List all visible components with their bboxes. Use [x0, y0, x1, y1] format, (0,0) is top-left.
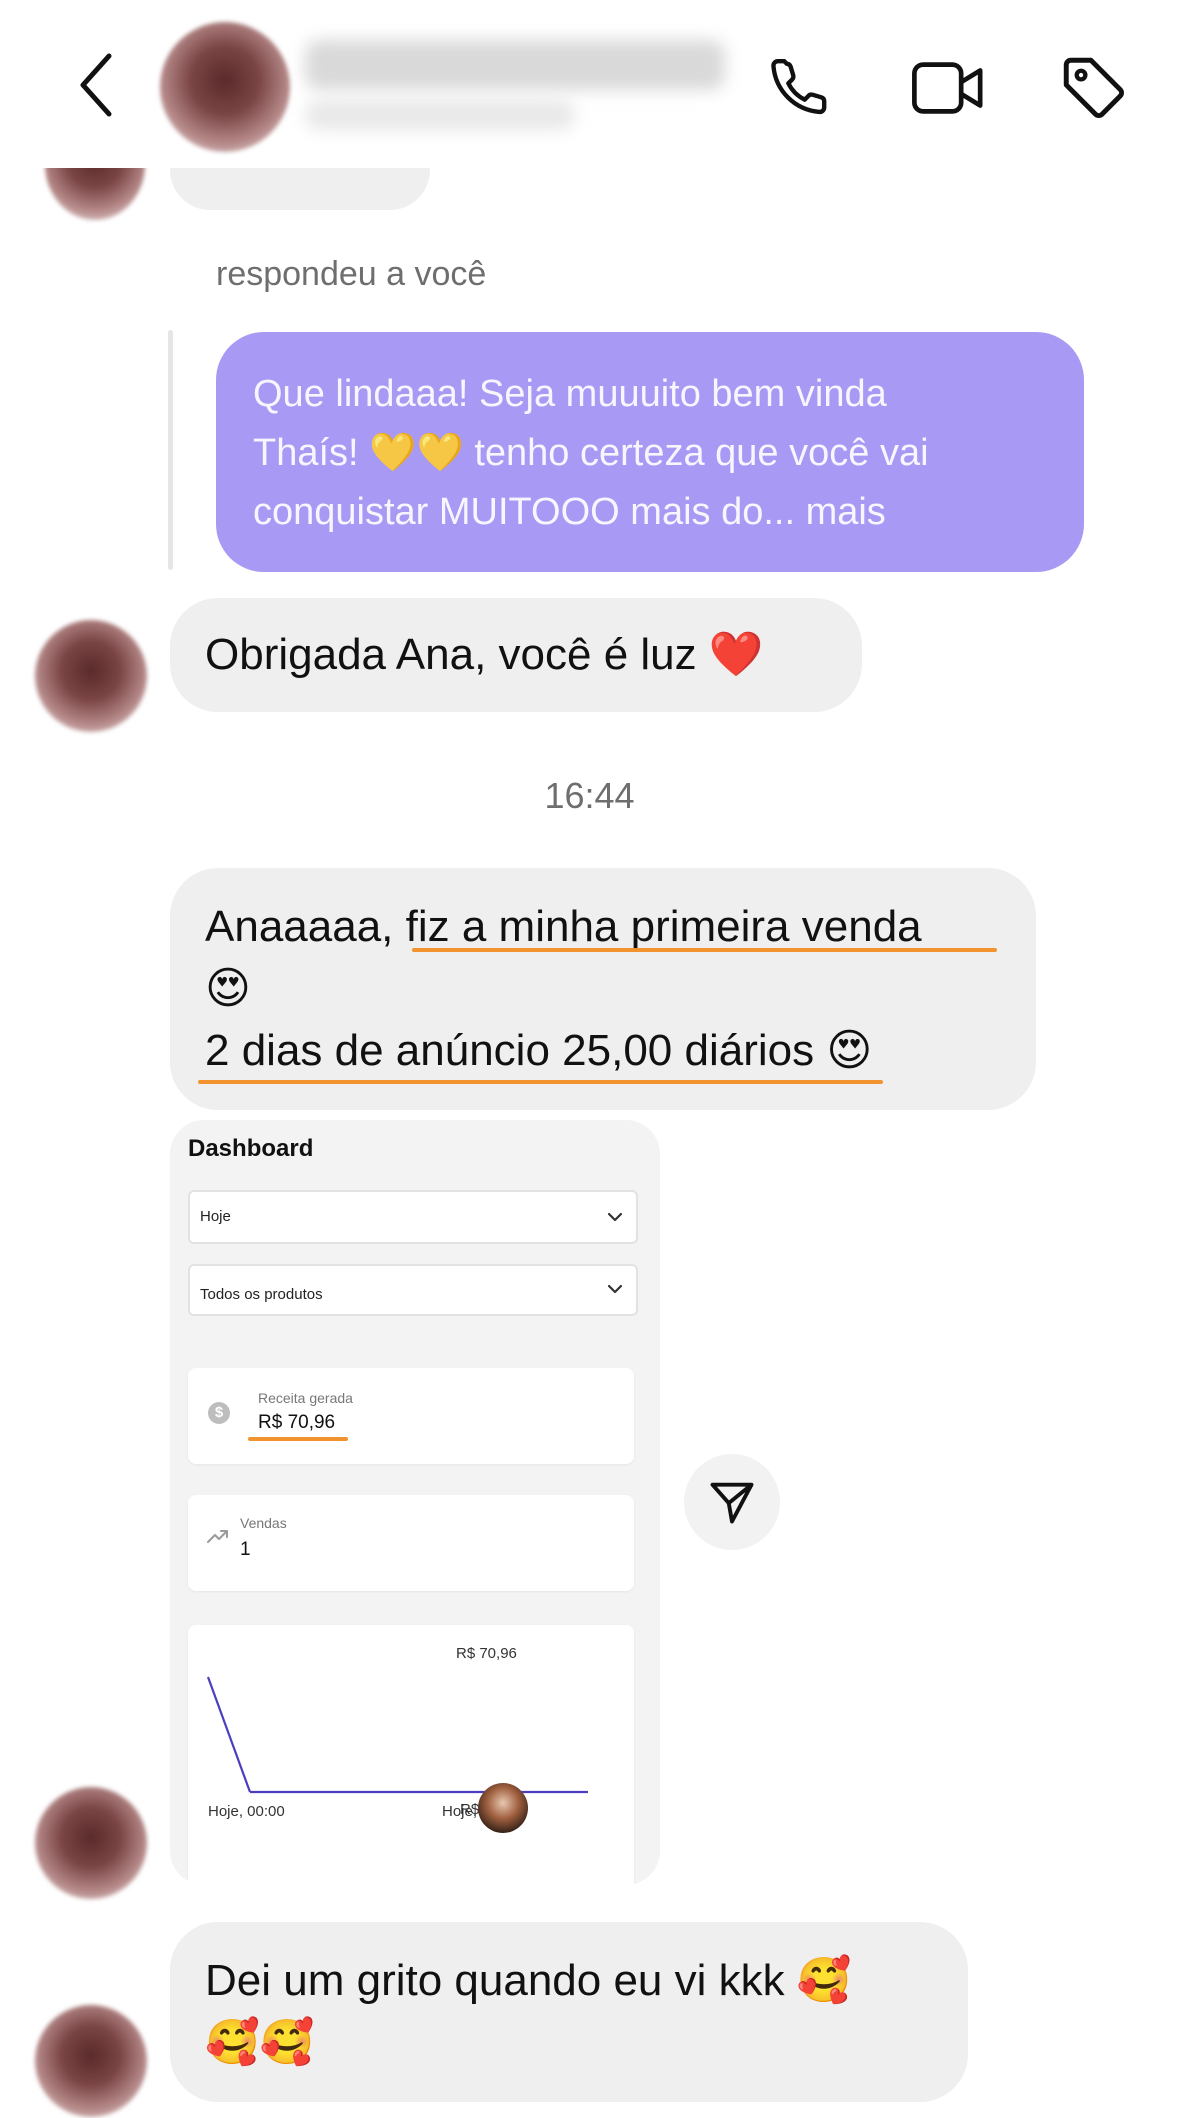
tag-icon	[1063, 57, 1124, 118]
chart-plot	[206, 1676, 588, 1794]
revenue-chart: R$ 70,96 R$ 0,00 Hoje, 00:00 Hoje, 2	[188, 1625, 634, 1885]
revenue-card: $ Receita gerada R$ 70,96	[188, 1368, 634, 1464]
message-bubble[interactable]: Anaaaaa, fiz a minha primeira venda 😍 2 …	[170, 868, 1036, 1110]
phone-icon	[771, 58, 827, 115]
dollar-icon: $	[208, 1402, 230, 1424]
timestamp: 16:44	[544, 775, 635, 816]
chat-header	[0, 0, 1179, 168]
send-icon	[710, 1482, 754, 1524]
dashboard-title: Dashboard	[188, 1135, 314, 1162]
reply-context-label: respondeu a você	[216, 255, 487, 293]
highlight-underline	[412, 948, 997, 952]
message-text: 😍	[205, 964, 251, 1013]
contact-name[interactable]	[305, 40, 725, 90]
quoted-message[interactable]: Que lindaaa! Seja muuuito bem vinda Thaí…	[216, 332, 1084, 572]
contact-username	[305, 100, 575, 130]
video-camera-icon	[911, 62, 982, 114]
chevron-left-icon	[80, 53, 112, 117]
message-text: Obrigada Ana, você é luz ❤️	[205, 630, 764, 679]
tag-button[interactable]	[1052, 46, 1136, 130]
sender-avatar[interactable]	[35, 1787, 147, 1899]
message-text: 2 dias de anúncio 25,00 diários 😍	[205, 1026, 873, 1075]
sender-avatar[interactable]	[35, 2005, 147, 2117]
shared-image-dashboard[interactable]: Dashboard Hoje Todos os produtos $ Recei…	[170, 1120, 660, 1885]
contact-avatar[interactable]	[160, 22, 290, 152]
chart-line-segment	[206, 1676, 252, 1793]
quoted-line: conquistar MUITOOO mais do... mais	[253, 491, 886, 533]
revenue-value: R$ 70,96	[258, 1412, 336, 1433]
chevron-down-icon	[607, 1284, 623, 1294]
message-text: 🥰🥰	[205, 2018, 315, 2067]
sales-value: 1	[240, 1539, 251, 1560]
product-select[interactable]: Todos os produtos	[188, 1264, 638, 1316]
sales-card: Vendas 1	[188, 1495, 634, 1591]
trending-up-icon	[207, 1530, 228, 1543]
quoted-line: Thaís! 💛💛 tenho certeza que você vai	[253, 432, 929, 474]
sender-avatar[interactable]	[35, 620, 147, 732]
call-button[interactable]	[760, 48, 840, 128]
product-select-value: Todos os produtos	[200, 1286, 323, 1303]
small-avatar	[478, 1783, 528, 1833]
sales-label: Vendas	[240, 1515, 287, 1531]
period-select-value: Hoje	[200, 1208, 231, 1225]
message-text: Dei um grito quando eu vi kkk 🥰	[205, 1956, 852, 2005]
quoted-line: Que lindaaa! Seja muuuito bem vinda	[253, 373, 887, 415]
message-bubble[interactable]: Obrigada Ana, você é luz ❤️	[170, 598, 862, 712]
chevron-down-icon	[607, 1212, 623, 1222]
revenue-label: Receita gerada	[258, 1390, 353, 1406]
x-axis-start-label: Hoje, 00:00	[208, 1803, 285, 1820]
highlight-underline	[198, 1080, 883, 1084]
message-bubble[interactable]: Dei um grito quando eu vi kkk 🥰 🥰🥰	[170, 1922, 968, 2102]
share-button[interactable]	[684, 1454, 780, 1550]
back-button[interactable]	[60, 40, 130, 130]
reply-thread-line	[168, 330, 173, 570]
highlight-underline	[248, 1437, 348, 1441]
period-select[interactable]: Hoje	[188, 1190, 638, 1244]
video-call-button[interactable]	[905, 48, 990, 128]
